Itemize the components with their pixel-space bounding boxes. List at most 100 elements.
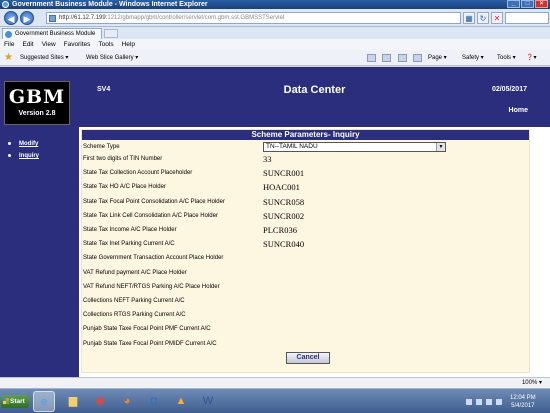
page-title: Data Center [283,84,346,96]
browser-tab[interactable]: Government Business Module [2,28,102,39]
safety-menu[interactable]: Safety ▾ [462,50,484,66]
ie-taskbar-icon[interactable]: e [33,391,55,412]
address-bar[interactable]: http://61.12.7.199:1212/gbmapp/gbm/contr… [46,12,461,24]
form-row: Collections RTGS Parking Current A/C [83,309,523,321]
taskbar: Start e ▆ ◉ ◕ ◘ ▲ W 12:04 PM 5/4/2017 [0,388,550,413]
title-bar: Government Business Module - Windows Int… [0,0,550,9]
field-value: HOAC001 [263,182,300,193]
url-main: http://61.12.7.199: [59,15,108,21]
field-value: PLCR036 [263,225,298,235]
stop-icon[interactable]: ✕ [491,12,503,24]
header-date: 02/05/2017 [491,86,527,93]
minimize-button[interactable]: _ [507,0,520,8]
page-menu[interactable]: Page ▾ [428,50,447,66]
zoom-level[interactable]: 100% ▾ [522,378,542,388]
field-label: Collections RTGS Parking Current A/C [83,312,186,319]
system-tray: 12:04 PM 5/4/2017 [462,391,548,412]
sidebar-item-inquiry[interactable]: Inquiry [6,151,39,163]
word-taskbar-icon[interactable]: W [197,391,219,412]
version-text: Version 2.8 [18,110,56,117]
home-icon[interactable] [367,54,376,62]
refresh-icon[interactable]: ↻ [477,12,489,24]
form-row: State Tax Link Cell Consolidation A/C Pl… [83,210,523,222]
form-row: State Tax Inet Parking Current A/C SUNCR0… [83,238,523,250]
scheme-type-label: Scheme Type [83,144,120,150]
field-label: Punjab State Taxe Focal Point PMIDF Curr… [83,340,217,347]
field-label: Collections NEFT Parking Current A/C [83,298,185,304]
outlook-taskbar-icon[interactable]: ◘ [143,391,165,412]
chevron-down-icon[interactable]: ▼ [436,143,445,151]
back-icon[interactable]: ◀ [4,11,18,25]
url-path: 1212/gbmapp/gbm/controller/servlet/com.g… [107,15,285,21]
tab-row: Government Business Module [0,27,550,39]
home-link[interactable]: Home [509,107,528,114]
chrome-taskbar-icon[interactable]: ◉ [89,391,111,412]
close-button[interactable]: × [535,0,548,8]
scheme-form: Scheme Parameters- Inquiry Scheme Type T… [81,129,530,373]
start-label: Start [10,398,25,405]
tab-page-icon [5,31,12,38]
navigation-bar: ◀ ▶ http://61.12.7.199:1212/gbmapp/gbm/c… [0,9,550,27]
sidebar-item-modify[interactable]: Modify [6,139,39,151]
menu-favorites[interactable]: Favorites [60,39,95,50]
ie-icon [2,1,9,8]
form-row: State Government Transaction Account Pla… [83,252,523,264]
field-label: State Tax Link Cell Consolidation A/C Pl… [83,212,218,219]
favorites-bar: ★ Suggested Sites ▾ Web Slice Gallery ▾ … [0,50,550,66]
page-icon [49,15,56,22]
field-value: SUNCR058 [263,196,305,207]
form-row: State Tax Income A/C Place Holder PLCR036 [83,224,523,236]
scheme-type-select[interactable]: TN--TAMIL NADU ▼ [263,142,446,152]
feeds-icon[interactable] [382,54,391,62]
explorer-taskbar-icon[interactable]: ▆ [62,391,84,412]
browser-window: Government Business Module - Windows Int… [0,0,550,413]
help-icon[interactable]: ❓▾ [526,50,536,66]
status-bar: 100% ▾ [0,377,550,388]
web-slice-gallery-link[interactable]: Web Slice Gallery ▾ [86,50,138,66]
favorites-star-icon[interactable]: ★ [4,53,14,63]
menu-view[interactable]: View [38,39,60,50]
form-row: VAT Refund payment A/C Place Holder [83,267,523,279]
windows-flag-icon [3,398,9,404]
left-panel: GBM Version 2.8 Modify Inquiry [0,67,79,377]
field-label: State Government Transaction Account Pla… [83,255,224,262]
window-title: Government Business Module - Windows Int… [12,1,208,8]
field-label: First two digits of TIN Number [83,156,163,162]
logo-text: GBM [8,86,66,108]
suggested-sites-link[interactable]: Suggested Sites ▾ [20,50,68,66]
field-label: State Tax Focal Point Consolidation A/C … [83,198,225,205]
field-value: SUNCR040 [263,239,305,250]
menu-bar: File Edit View Favorites Tools Help [0,39,550,50]
network-icon[interactable] [486,399,492,405]
field-value: 33 [263,154,272,164]
vlc-taskbar-icon[interactable]: ▲ [170,391,192,412]
cancel-button[interactable]: Cancel [286,352,330,364]
clock[interactable]: 12:04 PM 5/4/2017 [510,394,536,410]
scheme-type-row: Scheme Type TN--TAMIL NADU ▼ [83,141,523,153]
page-viewport: GBM Version 2.8 Modify Inquiry SV4 Data … [0,67,550,377]
firefox-taskbar-icon[interactable]: ◕ [116,391,138,412]
search-input[interactable] [505,12,549,24]
field-label: State Tax Income A/C Place Holder [83,227,177,233]
gbm-logo: GBM Version 2.8 [4,81,70,125]
volume-icon[interactable] [496,399,502,405]
new-tab-button[interactable] [104,29,118,38]
compatibility-icon[interactable]: ▦ [463,12,475,24]
menu-file[interactable]: File [0,39,18,50]
tools-menu[interactable]: Tools ▾ [497,50,516,66]
menu-help[interactable]: Help [118,39,139,50]
menu-edit[interactable]: Edit [18,39,37,50]
maximize-button[interactable]: □ [521,0,534,8]
menu-tools[interactable]: Tools [94,39,117,50]
forward-icon[interactable]: ▶ [20,11,34,25]
form-title: Scheme Parameters- Inquiry [82,130,529,140]
tray-icon-2[interactable] [476,399,482,405]
mail-icon[interactable] [398,54,407,62]
print-icon[interactable] [413,54,422,62]
form-row: Punjab State Taxe Focal Point PMIDF Curr… [83,338,523,350]
start-button[interactable]: Start [1,395,29,408]
tray-icon-1[interactable] [466,399,472,405]
form-row: State Tax Collection Account Placeholder… [83,167,523,179]
form-row: First two digits of TIN Number 33 [83,153,523,165]
clock-date: 5/4/2017 [511,403,535,409]
